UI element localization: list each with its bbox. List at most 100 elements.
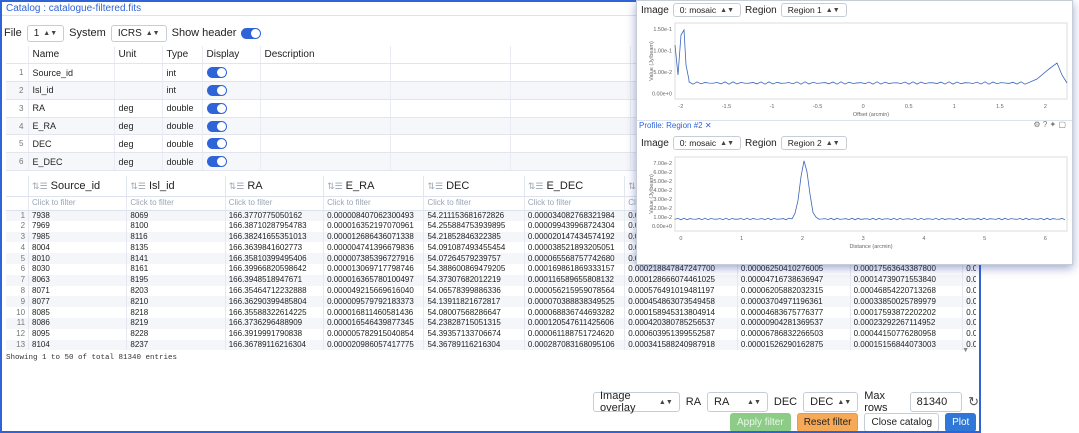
- data-col-header[interactable]: ⇅☰ Source_id: [28, 176, 128, 196]
- y-tick-label: 5.00e-2: [653, 179, 672, 185]
- table-row[interactable]: 13 8104 8237 166.36789116216304 0.0000209860…: [6, 339, 976, 350]
- region-label: Region: [745, 137, 777, 149]
- column-name[interactable]: RA: [28, 99, 115, 118]
- table-cell: 0.00001526290162875: [737, 339, 851, 350]
- table-cell: 8100: [126, 220, 226, 232]
- column-name[interactable]: E_DEC: [28, 152, 115, 172]
- table-cell: 8085: [28, 307, 128, 318]
- region-select[interactable]: Region 1 ▲▼: [780, 3, 847, 17]
- table-cell: 0.000034082768321984: [524, 210, 626, 221]
- row-number: 13: [6, 339, 30, 350]
- table-cell: 8004: [28, 242, 128, 254]
- file-select[interactable]: 1 ▲▼: [26, 24, 65, 42]
- x-axis-label: Distance (arcmin): [849, 244, 892, 250]
- image-overlay-select[interactable]: Image overlay ▲▼: [593, 390, 680, 414]
- updown-icon: ▲▼: [747, 398, 761, 406]
- table-cell: 166.35588322614225: [225, 307, 325, 318]
- filter-input[interactable]: Click to filter: [323, 195, 425, 211]
- table-cell: 0.000016546439877345: [323, 317, 425, 329]
- row-number: 8: [6, 285, 30, 297]
- max-rows-input[interactable]: 81340: [909, 392, 963, 412]
- column-description: [260, 152, 391, 172]
- row-number: 9: [6, 296, 30, 308]
- filter-input[interactable]: Click to filter: [423, 195, 525, 211]
- table-cell: 0.00046854220713268: [850, 285, 964, 297]
- table-row[interactable]: 11 8086 8219 166.3736296488909 0.00001654643…: [6, 317, 976, 329]
- table-cell: 8077: [28, 296, 128, 308]
- column-unit: [114, 81, 163, 100]
- table-cell: 8203: [126, 285, 226, 297]
- column-name[interactable]: E_RA: [28, 117, 115, 136]
- profile-tools[interactable]: ⚙ ? ✦ ▢: [1033, 120, 1066, 129]
- table-cell: 166.38241655351013: [225, 231, 325, 243]
- data-col-header[interactable]: ⇅☰ RA: [225, 176, 325, 196]
- table-cell: 0.00017593872202202: [850, 307, 964, 318]
- row-number: 4: [6, 117, 29, 136]
- updown-icon: ▲▼: [145, 29, 160, 37]
- table-row[interactable]: 6 8030 8161 166.39966820598642 0.00001306971…: [6, 263, 976, 275]
- image-label: Image: [641, 137, 669, 149]
- row-number: 12: [6, 328, 30, 340]
- table-cell: 0.000070388838349525: [524, 296, 626, 308]
- image-select[interactable]: 0: mosaic ▲▼: [672, 3, 742, 17]
- region-select[interactable]: Region 2 ▲▼: [780, 136, 847, 150]
- image-select[interactable]: 0: mosaic ▲▼: [672, 136, 742, 150]
- table-cell: 166.3770775050162: [225, 210, 325, 221]
- apply-filter-button[interactable]: Apply filter: [730, 413, 791, 431]
- table-cell: 8030: [28, 263, 128, 275]
- profile1-plot[interactable]: 1.50e-1 1.00e-1 5.00e-2 0.00e+0 -2 -1.5 -1 -0.5…: [637, 19, 1073, 119]
- column-name[interactable]: DEC: [28, 134, 115, 154]
- table-cell: 8219: [126, 317, 226, 329]
- data-col-header[interactable]: ⇅☰ DEC: [423, 176, 525, 196]
- filter-input[interactable]: Click to filter: [126, 195, 226, 211]
- column-type: double: [162, 134, 203, 154]
- filter-input[interactable]: Click to filter: [524, 195, 626, 211]
- overlay-controls: Image overlay ▲▼ RA RA ▲▼ DEC DEC ▲▼ Max ro…: [593, 390, 979, 414]
- table-row[interactable]: 7 8063 8195 166.3948518947671 0.000016365780…: [6, 274, 976, 286]
- profile1-toolbar: Image 0: mosaic ▲▼ Region Region 1 ▲▼: [637, 1, 1072, 19]
- system-select[interactable]: ICRS ▲▼: [110, 24, 167, 42]
- column-name[interactable]: Isl_id: [28, 81, 115, 100]
- table-row[interactable]: 9 8077 8210 166.36290399485804 0.00000957979…: [6, 296, 976, 308]
- display-toggle[interactable]: [206, 102, 227, 114]
- table-cell: 0.000099439968724304: [524, 220, 626, 232]
- refresh-icon[interactable]: ↻: [968, 394, 979, 410]
- filter-input[interactable]: Click to filter: [28, 195, 128, 211]
- table-cell: 0.00004683675776377: [737, 307, 851, 318]
- profile2-tab[interactable]: Profile: Region #2 ✕: [637, 120, 1072, 132]
- dec-select[interactable]: DEC ▲▼: [803, 392, 859, 412]
- table-cell: 54.23828715051315: [423, 317, 525, 329]
- x-axis-label: Offset (arcmin): [853, 112, 889, 118]
- close-catalog-button[interactable]: Close catalog: [864, 413, 940, 431]
- display-toggle[interactable]: [206, 85, 227, 97]
- ra-select[interactable]: RA ▲▼: [707, 392, 768, 412]
- col-name: Name: [28, 46, 115, 65]
- show-header-toggle[interactable]: [241, 27, 262, 39]
- data-col-header[interactable]: ⇅☰ Isl_id: [126, 176, 226, 196]
- entries-info: Showing 1 to 50 of total 81340 entries: [6, 354, 178, 362]
- column-unit: deg: [114, 152, 163, 172]
- display-toggle[interactable]: [206, 156, 227, 168]
- table-cell: 0.000068836744693282: [524, 307, 626, 318]
- data-col-header[interactable]: ⇅☰ E_RA: [323, 176, 425, 196]
- table-row[interactable]: 10 8085 8218 166.35588322614225 0.0000168114…: [6, 307, 976, 318]
- table-row[interactable]: 12 8095 8228 166.3919991790838 0.00000578291…: [6, 328, 976, 340]
- table-cell: 8095: [28, 328, 128, 340]
- table-cell: 166.3948518947671: [225, 274, 325, 286]
- column-description: [260, 63, 391, 83]
- table-cell: 0.000603951399552587: [624, 328, 738, 340]
- y-tick-label: 3.00e-2: [653, 197, 672, 203]
- reset-filter-button[interactable]: Reset filter: [796, 413, 859, 431]
- display-toggle[interactable]: [206, 120, 227, 132]
- row-number: 7: [6, 274, 30, 286]
- table-row[interactable]: 8 8071 8203 166.35464712232888 0.00004921566…: [6, 285, 976, 297]
- pin-icon: ✦: [1049, 120, 1057, 129]
- y-tick-label: 2.00e-2: [653, 206, 672, 212]
- display-toggle[interactable]: [206, 138, 227, 150]
- plot-button[interactable]: Plot: [945, 413, 977, 431]
- data-col-header[interactable]: ⇅☰ E_DEC: [524, 176, 626, 196]
- display-toggle[interactable]: [206, 67, 227, 79]
- column-name[interactable]: Source_id: [28, 63, 115, 83]
- profile2-plot[interactable]: 7.00e-2 6.00e-2 5.00e-2 4.00e-2 3.00e-2 2.00e…: [637, 153, 1073, 265]
- filter-input[interactable]: Click to filter: [225, 195, 325, 211]
